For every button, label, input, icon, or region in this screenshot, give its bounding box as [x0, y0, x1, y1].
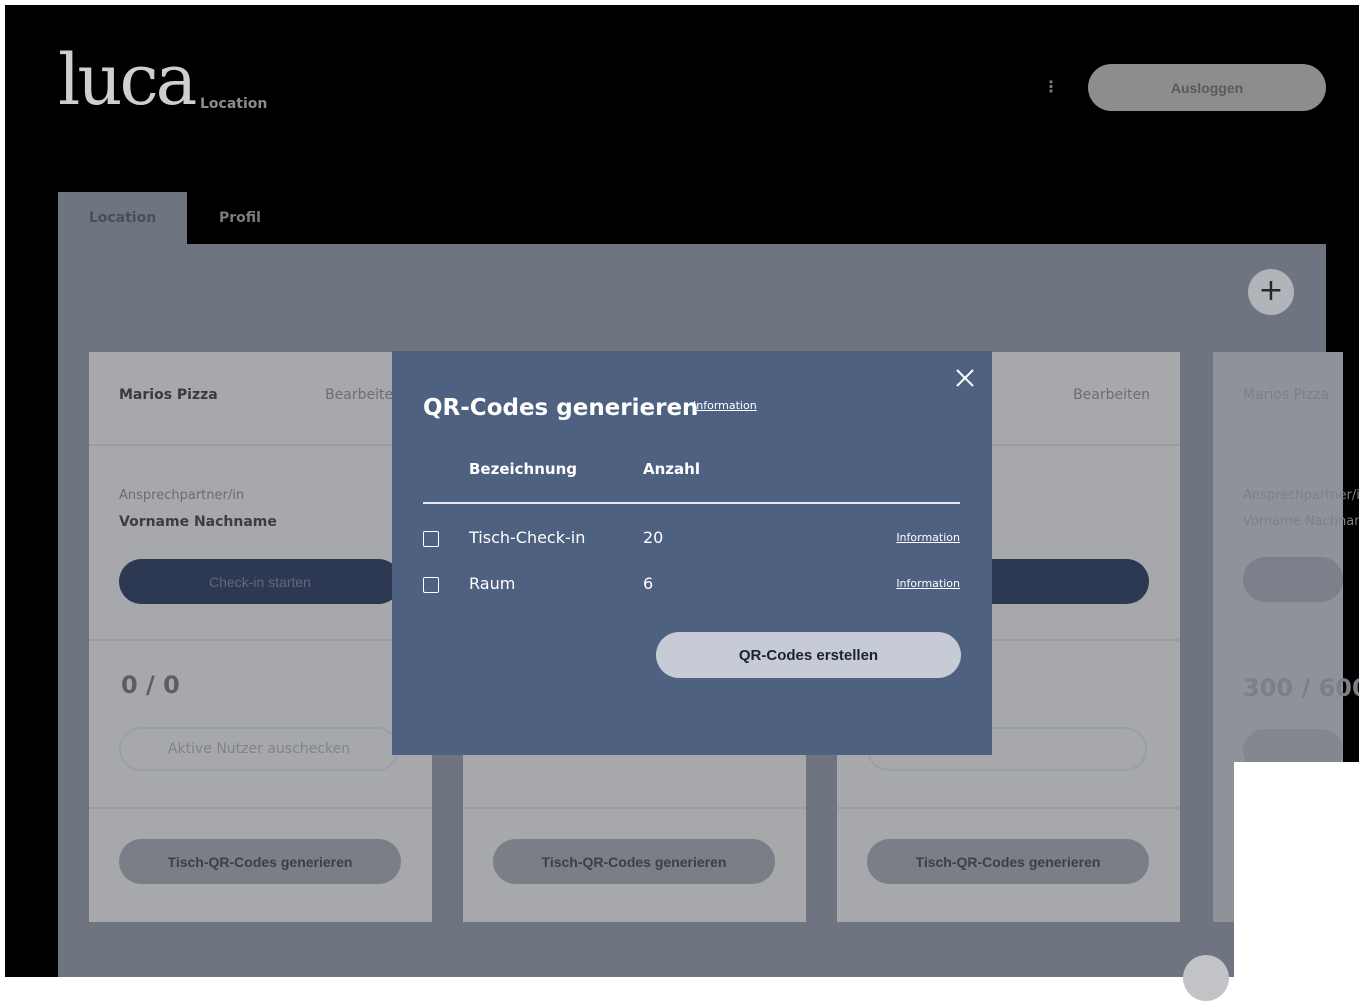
close-icon[interactable]: [952, 365, 978, 391]
contact-name: Vorname Nachname: [119, 514, 277, 530]
logout-button[interactable]: Ausloggen: [1088, 64, 1326, 111]
location-card: Marios Pizza Bearbeiten Ansprechpartner/…: [89, 352, 432, 922]
qr-codes-modal: QR-Codes generieren Information Bezeichn…: [392, 351, 992, 755]
generate-qr-button[interactable]: Tisch-QR-Codes generieren: [119, 839, 401, 884]
modal-info-link[interactable]: Information: [693, 399, 757, 412]
generate-qr-button[interactable]: Tisch-QR-Codes generieren: [867, 839, 1149, 884]
row-name: Raum: [469, 574, 516, 593]
add-location-icon[interactable]: +: [1248, 269, 1294, 315]
qr-row-table: Tisch-Check-in 20 Information: [423, 528, 960, 552]
checkout-users-button[interactable]: Aktive Nutzer auschecken: [119, 727, 399, 771]
column-header-count: Anzahl: [643, 460, 700, 478]
logo-subtitle: Location: [200, 96, 268, 112]
row-count: 6: [643, 574, 654, 593]
contact-name: Vorname Nachname: [1243, 514, 1359, 529]
checkin-start-button[interactable]: [1243, 557, 1343, 602]
tab-location[interactable]: Location: [58, 192, 187, 244]
card-title: Marios Pizza: [119, 387, 218, 403]
row-name: Tisch-Check-in: [469, 528, 586, 547]
modal-title: QR-Codes generieren: [423, 395, 699, 421]
luca-logo: luca: [58, 39, 197, 121]
checkin-count: 0 / 0: [121, 671, 180, 699]
generate-qr-button[interactable]: Tisch-QR-Codes generieren: [493, 839, 775, 884]
contact-label: Ansprechpartner/in: [1243, 488, 1359, 503]
kebab-menu-icon[interactable]: ⋮: [1043, 77, 1059, 97]
column-header-name: Bezeichnung: [469, 460, 577, 478]
checkin-start-button[interactable]: Check-in starten: [119, 559, 401, 604]
checkin-count: 300 / 600: [1243, 674, 1359, 702]
row-count: 20: [643, 528, 664, 547]
card-title: Marios Pizza: [1243, 387, 1329, 403]
row-info-link[interactable]: Information: [896, 531, 960, 544]
help-button[interactable]: [1183, 955, 1229, 1001]
row-info-link[interactable]: Information: [896, 577, 960, 590]
app-screen: luca Location ⋮ Ausloggen Location Profi…: [5, 5, 1359, 977]
edit-link[interactable]: Bearbeiten: [1073, 387, 1150, 403]
header-divider: [423, 502, 960, 504]
qr-row-room: Raum 6 Information: [423, 574, 960, 598]
create-qr-codes-button[interactable]: QR-Codes erstellen: [656, 632, 961, 678]
edit-link[interactable]: Bearbeiten: [325, 387, 402, 403]
room-checkbox[interactable]: [423, 577, 439, 593]
contact-label: Ansprechpartner/in: [119, 488, 245, 503]
blank-area: [1234, 762, 1359, 977]
tab-profil[interactable]: Profil: [195, 192, 285, 244]
table-checkbox[interactable]: [423, 531, 439, 547]
